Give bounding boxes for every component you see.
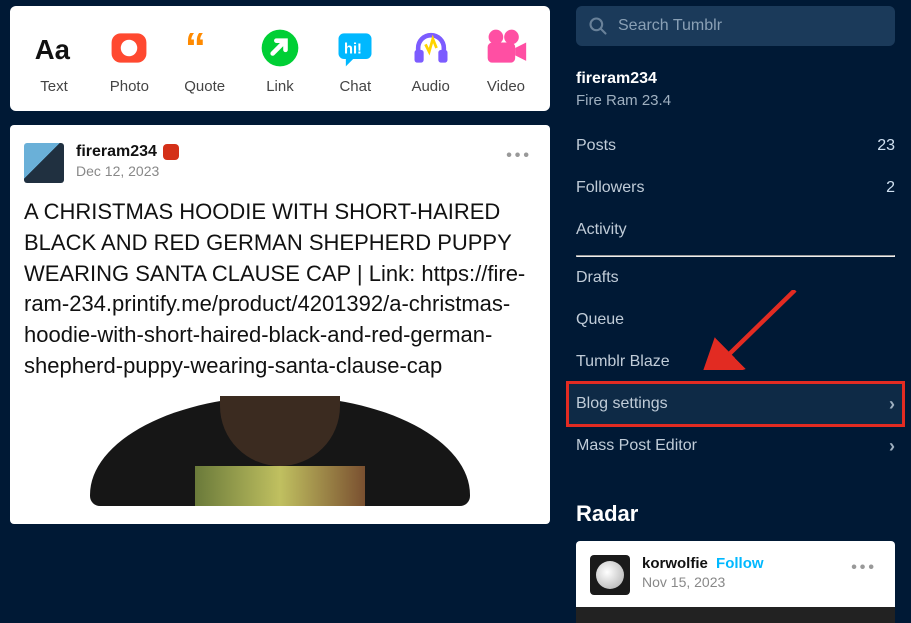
- headphones-icon: [409, 26, 453, 70]
- search-placeholder: Search Tumblr: [618, 17, 722, 35]
- avatar[interactable]: [24, 143, 64, 183]
- compose-video-label: Video: [487, 78, 525, 95]
- chevron-right-icon: ›: [889, 436, 895, 457]
- sidebar-item-followers[interactable]: Followers 2: [576, 167, 895, 209]
- radar-heading: Radar: [576, 501, 895, 527]
- compose-toolbar: Aa Text Photo “ Quote Link hi! Chat Audi…: [10, 6, 550, 111]
- post-date: Dec 12, 2023: [76, 163, 179, 179]
- compose-audio-button[interactable]: Audio: [409, 26, 453, 95]
- radar-image[interactable]: [576, 607, 895, 623]
- post-body: A CHRISTMAS HOODIE WITH SHORT-HAIRED BLA…: [24, 197, 536, 382]
- svg-text:Aa: Aa: [35, 34, 71, 65]
- compose-text-button[interactable]: Aa Text: [32, 26, 76, 95]
- radar-date: Nov 15, 2023: [642, 574, 764, 590]
- svg-text:hi!: hi!: [344, 42, 362, 58]
- compose-text-label: Text: [40, 78, 68, 95]
- chat-icon: hi!: [333, 26, 377, 70]
- sidebar-item-drafts[interactable]: Drafts: [576, 257, 895, 299]
- sidebar-item-blog-settings[interactable]: Blog settings ›: [568, 383, 903, 425]
- radar-more-button[interactable]: •••: [847, 555, 881, 581]
- sidebar-item-activity[interactable]: Activity: [576, 209, 895, 251]
- followers-count: 2: [886, 179, 895, 197]
- camera-icon: [107, 26, 151, 70]
- badge-icon: [163, 144, 179, 160]
- sidebar-item-blaze[interactable]: Tumblr Blaze: [576, 341, 895, 383]
- posts-count: 23: [877, 137, 895, 155]
- avatar[interactable]: [590, 555, 630, 595]
- compose-video-button[interactable]: Video: [484, 26, 528, 95]
- link-icon: [258, 26, 302, 70]
- compose-audio-label: Audio: [411, 78, 449, 95]
- search-input[interactable]: Search Tumblr: [576, 6, 895, 46]
- compose-link-label: Link: [266, 78, 294, 95]
- compose-photo-button[interactable]: Photo: [107, 26, 151, 95]
- post-more-button[interactable]: •••: [502, 143, 536, 169]
- text-icon: Aa: [32, 26, 76, 70]
- radar-username[interactable]: korwolfie Follow: [642, 555, 764, 572]
- quote-icon: “: [183, 26, 227, 70]
- sidebar-item-posts[interactable]: Posts 23: [576, 125, 895, 167]
- post-image[interactable]: [24, 396, 536, 506]
- compose-quote-label: Quote: [184, 78, 225, 95]
- search-icon: [588, 16, 608, 36]
- sidebar-item-queue[interactable]: Queue: [576, 299, 895, 341]
- radar-card: korwolfie Follow Nov 15, 2023 •••: [576, 541, 895, 623]
- video-icon: [484, 26, 528, 70]
- post-username[interactable]: fireram234: [76, 143, 179, 161]
- compose-link-button[interactable]: Link: [258, 26, 302, 95]
- compose-chat-button[interactable]: hi! Chat: [333, 26, 377, 95]
- compose-chat-label: Chat: [339, 78, 371, 95]
- svg-text:“: “: [184, 26, 205, 70]
- post-card: fireram234 Dec 12, 2023 ••• A CHRISTMAS …: [10, 125, 550, 524]
- compose-quote-button[interactable]: “ Quote: [183, 26, 227, 95]
- follow-button[interactable]: Follow: [716, 555, 764, 572]
- blog-title: Fire Ram 23.4: [576, 92, 895, 109]
- compose-photo-label: Photo: [110, 78, 149, 95]
- chevron-right-icon: ›: [889, 394, 895, 415]
- sidebar-item-mass-post-editor[interactable]: Mass Post Editor ›: [576, 425, 895, 467]
- blog-name[interactable]: fireram234: [576, 70, 895, 88]
